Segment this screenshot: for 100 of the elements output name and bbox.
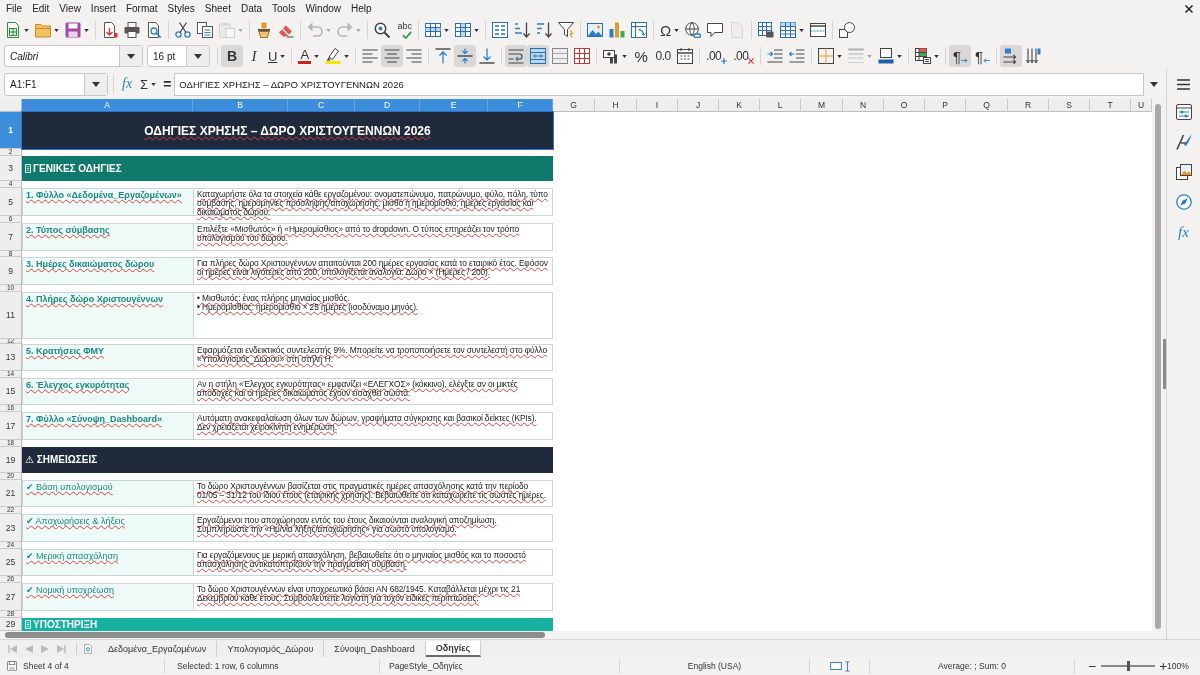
- column-header[interactable]: U: [1131, 99, 1152, 112]
- item-label: 7. Φύλλο «Σύνοψη_Dashboard»: [26, 414, 162, 424]
- align-bottom-icon: [479, 48, 496, 64]
- column-header[interactable]: H: [595, 99, 637, 112]
- formula-button[interactable]: =: [161, 74, 174, 94]
- sheet-tab[interactable]: Δεδομένα_Εργαζομένων: [98, 640, 218, 657]
- column-header[interactable]: G: [553, 99, 595, 112]
- column-header[interactable]: J: [678, 99, 719, 112]
- column-header[interactable]: O: [884, 99, 925, 112]
- row-header[interactable]: 15: [0, 378, 22, 405]
- left-to-right-button[interactable]: ¶: [949, 45, 972, 67]
- row-header[interactable]: 13: [0, 344, 22, 371]
- column-header[interactable]: N: [843, 99, 884, 112]
- right-to-left-button[interactable]: ¶: [971, 45, 994, 67]
- column-header[interactable]: K: [719, 99, 760, 112]
- row-header[interactable]: 5: [0, 188, 22, 216]
- border-swatch-icon: [878, 48, 895, 64]
- item-label: ✔ Μερική απασχόληση: [26, 551, 119, 561]
- add-decimal-button[interactable]: .00: [703, 45, 731, 67]
- menu-item[interactable]: Insert: [85, 2, 121, 15]
- zoom-in-icon[interactable]: [1160, 662, 1167, 670]
- plus-icon: [721, 58, 728, 64]
- zoom-level[interactable]: 100%: [1167, 661, 1189, 671]
- autofilter-button[interactable]: [555, 19, 577, 41]
- column-header[interactable]: R: [1008, 99, 1049, 112]
- selection-mode-icon[interactable]: [829, 662, 842, 670]
- function-wizard-button[interactable]: fx: [120, 74, 135, 94]
- bar-chart-icon: [609, 22, 625, 38]
- functions-button[interactable]: fx: [1172, 223, 1195, 241]
- search-icon: [374, 22, 390, 38]
- expand-caret-icon[interactable]: [1150, 81, 1158, 87]
- delete-decimal-button[interactable]: .00: [730, 45, 758, 67]
- bold-button[interactable]: B: [221, 45, 243, 67]
- item-label: 2. Τύπος σύμβασης: [26, 225, 110, 235]
- merge-center-button[interactable]: [527, 45, 550, 67]
- add-sheet-icon[interactable]: [84, 643, 92, 654]
- menu-item[interactable]: View: [54, 2, 86, 15]
- row-header[interactable]: 7: [0, 223, 22, 251]
- menu-item[interactable]: Window: [300, 2, 346, 15]
- page-style[interactable]: PageStyle_Οδηγίες: [389, 661, 463, 671]
- text-cursor-icon[interactable]: [844, 660, 850, 672]
- align-middle-button[interactable]: [454, 45, 477, 67]
- caret-icon: [24, 28, 29, 32]
- name-box-field[interactable]: A1:F1: [4, 72, 108, 96]
- row-header[interactable]: 17: [0, 412, 22, 440]
- menu-item[interactable]: Tools: [267, 2, 301, 15]
- language-status[interactable]: English (USA): [687, 661, 742, 671]
- menu-item[interactable]: Sheet: [199, 2, 236, 15]
- column-header[interactable]: L: [760, 99, 801, 112]
- row-header[interactable]: 11: [0, 292, 22, 339]
- scrollbar-thumb[interactable]: [5, 632, 545, 638]
- font-name-field[interactable]: Calibri: [4, 45, 143, 67]
- column-header[interactable]: M: [801, 99, 843, 112]
- font-color-button[interactable]: A: [295, 45, 323, 67]
- menu-item[interactable]: Styles: [162, 2, 200, 15]
- spelling-button[interactable]: abc: [393, 19, 415, 41]
- menu-item[interactable]: Format: [120, 2, 163, 15]
- menu-item[interactable]: File: [1, 2, 28, 15]
- menu-item[interactable]: Edit: [27, 2, 55, 15]
- row-header[interactable]: 27: [0, 583, 22, 611]
- close-icon[interactable]: [1185, 4, 1193, 13]
- sheet-tab[interactable]: Οδηγίες: [425, 640, 482, 657]
- clipboard-icon: [219, 22, 235, 38]
- row-header[interactable]: 21: [0, 480, 22, 507]
- row-header[interactable]: 23: [0, 514, 22, 542]
- formula-input-field[interactable]: ΟΔΗΓΙΕΣ ΧΡΗΣΗΣ – ΔΩΡΟ ΧΡΙΣΤΟΥΓΕΝΝΩΝ 2026: [174, 72, 1144, 96]
- number-button[interactable]: 0.0: [652, 45, 675, 67]
- sheet-tab[interactable]: Υπολογισμός_Δώρου: [217, 640, 325, 657]
- autosum-button[interactable]: Σ: [138, 74, 159, 94]
- row-header[interactable]: 9: [0, 257, 22, 285]
- column-header[interactable]: I: [637, 99, 678, 112]
- cut-button[interactable]: [172, 19, 194, 41]
- sidebar-handle[interactable]: [1163, 339, 1166, 389]
- percent-button[interactable]: %: [630, 45, 653, 67]
- sheet-tab[interactable]: Σύνοψη_Dashboard: [324, 640, 426, 657]
- text-direction-button[interactable]: [1000, 45, 1023, 67]
- underline-button[interactable]: U: [265, 45, 289, 67]
- sort-button[interactable]: [489, 19, 511, 41]
- caret-icon: [238, 28, 243, 32]
- caret-icon: [151, 82, 157, 86]
- row-header[interactable]: 19: [0, 447, 22, 473]
- row-header[interactable]: 3: [0, 156, 22, 181]
- scrollbar-thumb[interactable]: [1154, 104, 1161, 629]
- item-description: Αυτόματη ανακεφαλαίωση όλων των δώρων, γραφήματα σύγκρισης και βασικοί δείκτες (KPIs). Δεν χρειάζεται χειροκίνητη ενημέρωση.: [197, 414, 538, 432]
- row-header[interactable]: 25: [0, 549, 22, 576]
- pivot-table-button[interactable]: [628, 19, 650, 41]
- copy-button[interactable]: [194, 19, 216, 41]
- special-character-button[interactable]: Ω: [657, 19, 683, 41]
- column-header[interactable]: Q: [966, 99, 1008, 112]
- shapes-icon: [839, 22, 856, 38]
- italic-button[interactable]: I: [243, 45, 265, 67]
- font-size-field[interactable]: 16 pt: [147, 45, 210, 67]
- column-header[interactable]: T: [1090, 99, 1131, 112]
- zoom-slider-thumb[interactable]: [1126, 661, 1130, 671]
- column-header[interactable]: P: [925, 99, 966, 112]
- menu-item[interactable]: Data: [235, 2, 268, 15]
- row-header[interactable]: 29: [0, 618, 22, 631]
- menu-icon[interactable]: [1177, 79, 1190, 90]
- menu-item[interactable]: Help: [346, 2, 377, 15]
- column-header[interactable]: S: [1049, 99, 1090, 112]
